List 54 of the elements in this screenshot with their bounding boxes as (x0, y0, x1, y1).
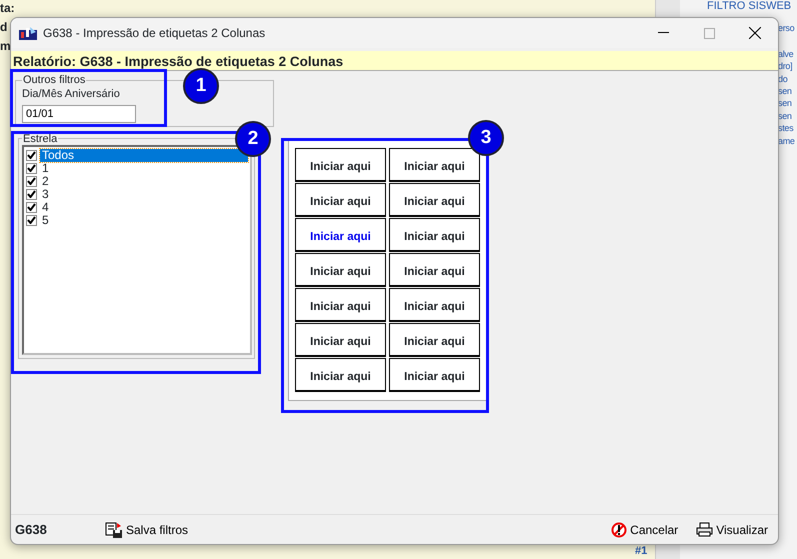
label-cell[interactable]: Iniciar aqui (295, 183, 386, 217)
background-text: m (0, 40, 11, 53)
background-text: sen (778, 97, 792, 110)
cancel-button[interactable]: Cancelar (611, 520, 678, 538)
cancel-icon (611, 522, 628, 538)
background-text: #1 (635, 545, 648, 558)
label-cell[interactable]: Iniciar aqui (295, 148, 386, 182)
list-item[interactable]: 5 (40, 214, 51, 226)
group-legend: Outros filtros (22, 74, 86, 86)
field-label: Dia/Mês Aniversário (22, 87, 121, 102)
app-icon (19, 26, 37, 40)
background-text: stes (778, 122, 794, 135)
label-cell[interactable]: Iniciar aqui (295, 253, 386, 287)
label-cell[interactable]: Iniciar aqui (389, 288, 480, 322)
background-text: erso (778, 22, 794, 35)
label-cell[interactable]: Iniciar aqui (389, 183, 480, 217)
label-cell[interactable]: Iniciar aqui (389, 253, 480, 287)
printer-icon (696, 522, 714, 537)
checkbox[interactable] (26, 214, 37, 226)
list-item[interactable]: Todos (40, 148, 248, 162)
checkbox[interactable] (26, 176, 37, 186)
list-item[interactable]: 3 (40, 188, 51, 200)
label-cell[interactable]: Iniciar aqui (389, 358, 480, 392)
checkbox[interactable] (26, 162, 37, 174)
report-title: Relatório: G638 - Impressão de etiquetas 2 Colunas (11, 51, 778, 71)
label-cell[interactable]: Iniciar aqui (295, 323, 386, 357)
list-item[interactable]: 1 (40, 162, 51, 174)
save-filters-button[interactable]: Salva filtros (105, 520, 188, 538)
save-icon (105, 522, 123, 538)
list-item[interactable]: 4 (40, 200, 51, 214)
checkbox[interactable] (26, 150, 37, 160)
report-code: G638 (15, 520, 48, 539)
date-field[interactable]: 01/01 (22, 104, 136, 122)
background-text: ame (778, 135, 795, 148)
background-heading: FILTRO SISWEB (707, 0, 792, 13)
checkbox[interactable] (26, 202, 37, 212)
label-cell[interactable]: Iniciar aqui (295, 288, 386, 322)
maximize-icon (704, 28, 714, 38)
label-cell[interactable]: Iniciar aqui (295, 358, 386, 392)
background-text: ta: (0, 2, 15, 15)
background-text: sen (778, 110, 792, 123)
background-text: alve (778, 48, 794, 61)
background-text: sen (778, 85, 792, 98)
list-item[interactable]: 2 (40, 174, 51, 188)
minimize-icon (658, 32, 668, 34)
preview-button[interactable]: Visualizar (696, 520, 768, 538)
label-cell[interactable]: Iniciar aqui (389, 323, 480, 357)
checkbox[interactable] (26, 188, 37, 200)
window-title: G638 - Impressão de etiquetas 2 Colunas (43, 25, 266, 42)
group-legend: Estrela (22, 132, 58, 144)
background-text: d (0, 21, 8, 34)
close-icon (749, 27, 761, 39)
label-cell[interactable]: Iniciar aqui (295, 218, 386, 252)
label-cell[interactable]: Iniciar aqui (389, 218, 480, 252)
